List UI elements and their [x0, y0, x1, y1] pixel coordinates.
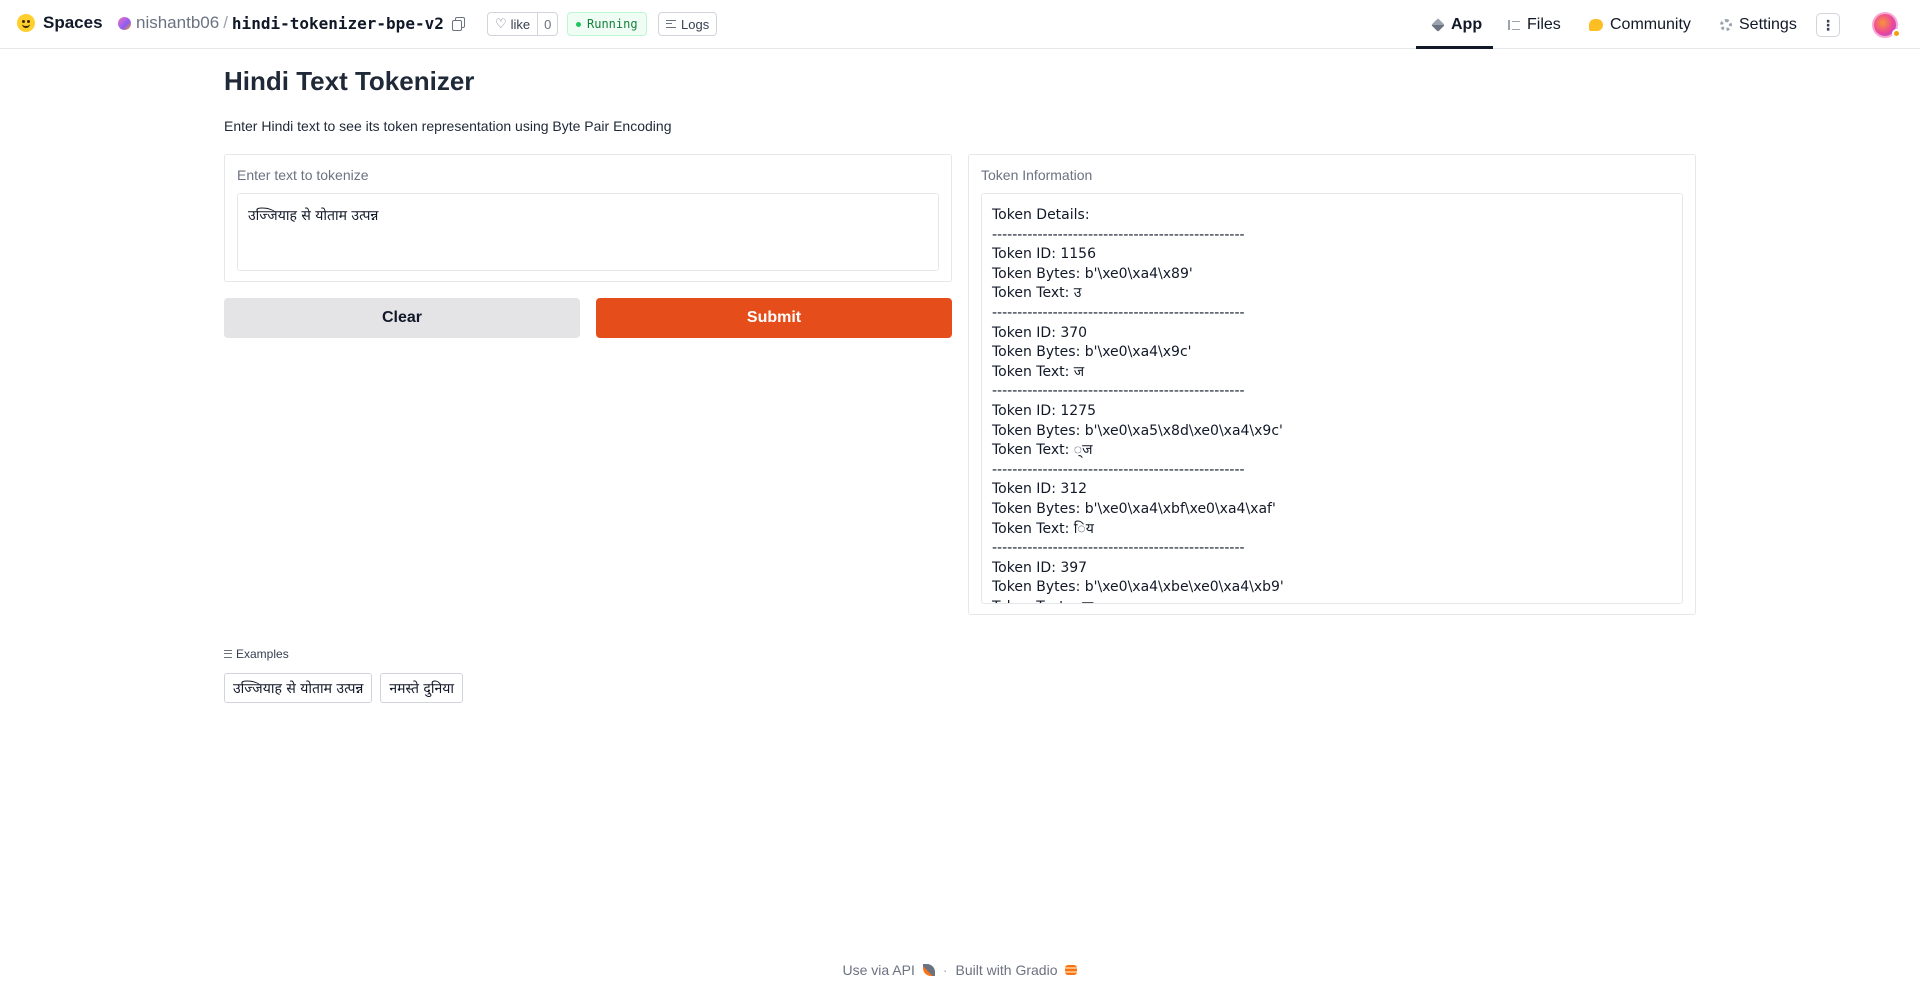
text-input[interactable]: उज्जियाह से योताम उत्पन्न	[237, 193, 939, 271]
top-bar: Spaces nishantb06 / hindi-tokenizer-bpe-…	[0, 0, 1920, 49]
community-chat-icon	[1589, 18, 1603, 31]
submit-button[interactable]: Submit	[596, 298, 952, 338]
footer: Use via API · Built with Gradio	[0, 962, 1920, 978]
tab-settings-label: Settings	[1739, 15, 1797, 33]
output-label: Token Information	[981, 167, 1093, 183]
status-label: Running	[587, 17, 638, 31]
like-count: 0	[537, 13, 557, 35]
status-dot-icon	[576, 21, 581, 27]
like-button[interactable]: ♡ like 0	[487, 12, 559, 36]
like-label: like	[510, 16, 531, 32]
examples-label: Examples	[236, 647, 289, 661]
copy-icon[interactable]	[451, 17, 465, 31]
spaces-brand[interactable]: Spaces	[17, 13, 103, 33]
tab-app-label: App	[1451, 15, 1483, 33]
rocket-icon	[922, 964, 935, 976]
token-output[interactable]: Token Details: -------------------------…	[981, 193, 1683, 604]
built-with-gradio-link[interactable]: Built with Gradio	[956, 962, 1058, 978]
use-api-link[interactable]: Use via API	[843, 962, 915, 978]
tab-files[interactable]: Files	[1508, 0, 1561, 49]
tab-community[interactable]: Community	[1589, 0, 1691, 49]
brand-label: Spaces	[43, 13, 103, 32]
examples-header: Examples	[224, 647, 289, 661]
input-label: Enter text to tokenize	[237, 167, 369, 183]
page-description: Enter Hindi text to see its token repres…	[224, 118, 672, 134]
breadcrumb-separator: /	[223, 13, 228, 32]
tab-app[interactable]: App	[1431, 0, 1483, 49]
huggingface-logo-icon	[17, 14, 35, 32]
gradio-logo-icon	[1065, 965, 1078, 975]
more-options-button[interactable]: ⋮	[1816, 13, 1840, 37]
owner-link[interactable]: nishantb06	[136, 13, 219, 33]
output-panel: Token Information Token Details: -------…	[968, 154, 1696, 615]
cube-icon	[1431, 17, 1445, 32]
repo-breadcrumb: nishantb06 / hindi-tokenizer-bpe-v2	[118, 13, 465, 33]
page-title: Hindi Text Tokenizer	[224, 66, 475, 96]
notification-dot-icon	[1892, 29, 1901, 38]
logs-label: Logs	[681, 16, 710, 32]
files-icon	[1508, 19, 1520, 31]
footer-separator: ·	[942, 962, 948, 978]
gear-icon	[1720, 18, 1732, 31]
logs-icon	[666, 20, 676, 28]
status-badge[interactable]: Running	[567, 12, 647, 36]
repo-name-link[interactable]: hindi-tokenizer-bpe-v2	[232, 14, 444, 33]
owner-avatar-icon	[118, 16, 131, 30]
list-icon	[224, 650, 232, 658]
examples-list: उज्जियाह से योताम उत्पन्न नमस्ते दुनिया	[224, 673, 463, 703]
tab-settings[interactable]: Settings	[1720, 0, 1797, 49]
heart-icon: ♡	[495, 16, 507, 31]
input-panel: Enter text to tokenize उज्जियाह से योताम…	[224, 154, 952, 282]
example-button[interactable]: नमस्ते दुनिया	[380, 673, 463, 703]
active-tab-underline	[1416, 46, 1493, 49]
clear-button[interactable]: Clear	[224, 298, 580, 338]
logs-button[interactable]: Logs	[658, 12, 718, 36]
tab-community-label: Community	[1610, 15, 1691, 33]
tab-files-label: Files	[1527, 15, 1561, 33]
example-button[interactable]: उज्जियाह से योताम उत्पन्न	[224, 673, 373, 703]
